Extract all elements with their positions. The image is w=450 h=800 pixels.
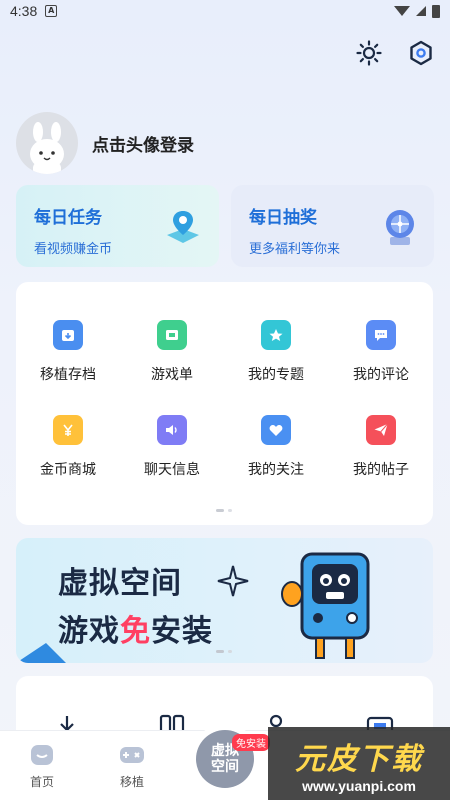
watermark-url: www.yuanpi.com [302,777,416,794]
grid-label: 聊天信息 [144,462,200,478]
robot-mascot-icon [281,552,370,659]
grid-item-coin-mall[interactable]: 金币商城 [16,415,120,479]
watermark-title: 元皮下载 [295,741,423,777]
status-time: 4:38 [10,3,38,19]
map-pin-icon [163,207,203,251]
wifi-icon [394,6,410,16]
nav-home[interactable]: 首页 [12,741,72,790]
nav-port[interactable]: 移植 [102,741,162,790]
grid-item-comments[interactable]: 我的评论 [329,320,433,384]
nav-port-label: 移植 [119,775,144,789]
coin-mall-icon [53,415,83,445]
grid-label: 我的关注 [248,462,304,478]
settings-gear-icon[interactable] [408,40,434,66]
grid-label: 我的帖子 [353,462,409,478]
banner-page-indicator [216,650,232,653]
home-icon [31,745,53,765]
grid-item-following[interactable]: 我的关注 [224,415,328,479]
profile-section[interactable]: 点击头像登录 [16,112,194,174]
heart-follow-icon [261,415,291,445]
sim-icon: A [45,5,58,17]
grid-item-chat[interactable]: 聊天信息 [120,415,224,479]
grid-label: 我的评论 [353,367,409,383]
login-prompt[interactable]: 点击头像登录 [92,131,194,156]
paper-plane-icon [366,415,396,445]
sparkle-icon [217,565,249,597]
game-list-icon [157,320,187,350]
feature-grid: 移植存档 游戏单 我的专题 我的评论 金币商城 聊天信息 我的关注 我的帖子 [16,282,433,525]
nav-home-label: 首页 [29,775,54,789]
avatar[interactable] [16,112,78,174]
status-bar: 4:38 A [0,0,450,22]
watermark: 元皮下载 www.yuanpi.com [268,727,450,800]
lottery-wheel-icon [382,207,418,251]
theme-sun-icon[interactable] [356,40,382,66]
signal-icon [416,6,426,16]
grid-label: 移植存档 [40,367,96,383]
grid-page-indicator [216,509,232,512]
grid-item-archive[interactable]: 移植存档 [16,320,120,384]
daily-lottery-card[interactable]: 每日抽奖 更多福利等你来 [231,185,434,267]
gamepad-icon [120,747,144,763]
top-actions [356,40,434,66]
battery-icon [432,4,440,18]
banner-title-line1: 虚拟空间 [58,566,182,601]
grid-label: 我的专题 [248,367,304,383]
archive-download-icon [53,320,83,350]
banner-title-line2: 游戏免安装 [58,614,213,649]
grid-label: 游戏单 [151,367,193,383]
chat-speaker-icon [157,415,187,445]
no-install-badge: 免安装 [232,734,270,751]
grid-item-game-list[interactable]: 游戏单 [120,320,224,384]
daily-task-card[interactable]: 每日任务 看视频赚金币 [16,185,219,267]
grid-item-topics[interactable]: 我的专题 [224,320,328,384]
virtual-space-banner[interactable]: 虚拟空间 游戏免安装 [16,538,433,663]
grid-item-posts[interactable]: 我的帖子 [329,415,433,479]
grid-label: 金币商城 [40,462,96,478]
decor-arrow-icon [16,643,66,663]
comment-icon [366,320,396,350]
topic-star-icon [261,320,291,350]
